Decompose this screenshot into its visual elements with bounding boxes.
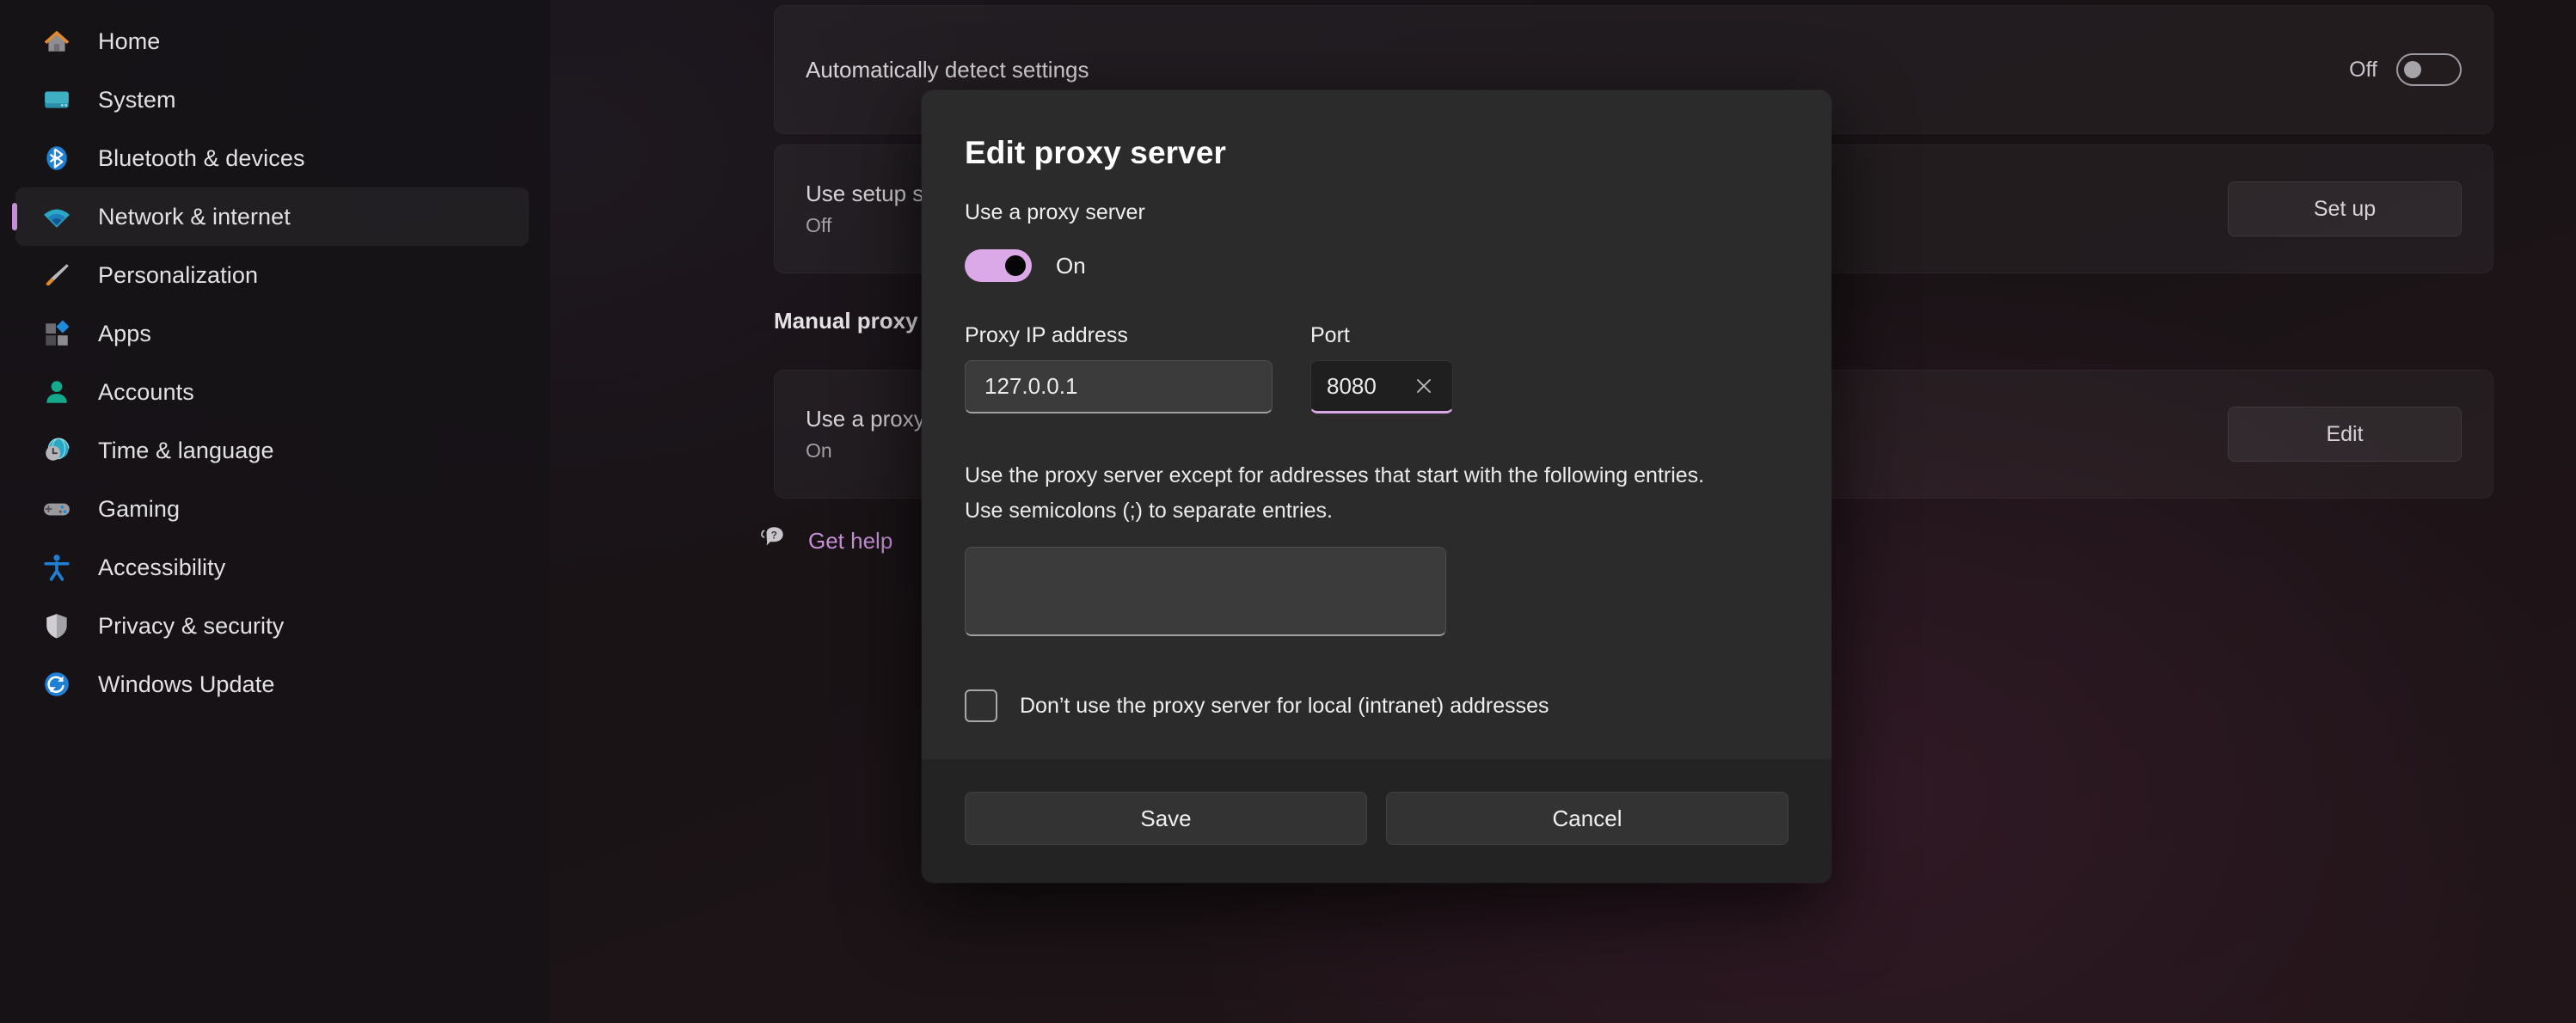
sidebar-item-home[interactable]: Home [15, 12, 529, 70]
setup-script-title: Use setup s [806, 181, 924, 206]
sidebar-item-label: Home [98, 28, 161, 54]
clock-globe-icon [40, 433, 74, 468]
sidebar-item-accounts[interactable]: Accounts [15, 363, 529, 421]
toggle-knob [1005, 255, 1026, 276]
sidebar-item-label: Privacy & security [98, 612, 285, 639]
gamepad-icon [40, 492, 74, 526]
cancel-button[interactable]: Cancel [1386, 792, 1788, 845]
save-button[interactable]: Save [965, 792, 1367, 845]
sidebar-item-network-internet[interactable]: Network & internet [15, 187, 529, 246]
sidebar-item-bluetooth-devices[interactable]: Bluetooth & devices [15, 129, 529, 187]
port-value: 8080 [1327, 372, 1377, 399]
exceptions-hint-line1: Use the proxy server except for addresse… [965, 463, 1705, 487]
sidebar-item-label: System [98, 86, 176, 113]
system-icon [40, 83, 74, 117]
sidebar-item-label: Accounts [98, 378, 194, 405]
port-input[interactable]: 8080 [1310, 360, 1453, 413]
sidebar-item-label: Personalization [98, 261, 259, 288]
get-help-link[interactable]: ? Get help [758, 524, 892, 558]
manual-proxy-section-heading: Manual proxy [774, 308, 918, 334]
dialog-body: Edit proxy server Use a proxy server On … [922, 90, 1831, 758]
proxy-ip-input[interactable]: 127.0.0.1 [965, 360, 1273, 413]
setup-script-status: Off [806, 214, 832, 236]
bluetooth-icon [40, 141, 74, 175]
sidebar-item-label: Gaming [98, 495, 181, 522]
sidebar-item-time-language[interactable]: Time & language [15, 421, 529, 480]
sidebar-item-personalization[interactable]: Personalization [15, 246, 529, 304]
sidebar-item-label: Windows Update [98, 671, 275, 697]
sidebar-item-system[interactable]: System [15, 70, 529, 129]
use-proxy-toggle[interactable] [965, 249, 1032, 282]
sidebar-item-label: Bluetooth & devices [98, 144, 305, 171]
proxy-address-fields: Proxy IP address 127.0.0.1 Port 8080 [965, 323, 1788, 413]
set-up-button[interactable]: Set up [2228, 181, 2462, 236]
auto-detect-title: Automatically detect settings [806, 56, 1089, 83]
auto-detect-toggle-group[interactable]: Off [2349, 53, 2462, 86]
auto-detect-toggle[interactable] [2396, 53, 2462, 86]
use-proxy-server-label: Use a proxy server [965, 200, 1145, 224]
settings-window: Home System Bluetooth & devices Network … [0, 0, 2576, 1023]
sidebar-item-windows-update[interactable]: Windows Update [15, 655, 529, 714]
toggle-knob [2404, 61, 2421, 78]
bypass-local-checkbox[interactable] [965, 689, 997, 722]
exceptions-textarea[interactable] [965, 547, 1446, 636]
sidebar-item-label: Time & language [98, 437, 274, 463]
close-x-icon[interactable] [1408, 370, 1440, 402]
edit-button[interactable]: Edit [2228, 407, 2462, 462]
accounts-person-icon [40, 375, 74, 409]
use-proxy-toggle-group[interactable]: On [965, 249, 1788, 282]
paintbrush-icon [40, 258, 74, 292]
proxy-ip-label: Proxy IP address [965, 323, 1128, 347]
sidebar-item-label: Apps [98, 320, 151, 346]
sidebar-item-accessibility[interactable]: Accessibility [15, 538, 529, 597]
bypass-local-label: Don’t use the proxy server for local (in… [1020, 693, 1549, 718]
settings-sidebar: Home System Bluetooth & devices Network … [0, 0, 550, 1023]
manual-proxy-title: Use a proxy [806, 406, 925, 432]
proxy-ip-value: 127.0.0.1 [984, 373, 1078, 399]
shield-icon [40, 609, 74, 643]
port-label: Port [1310, 323, 1350, 347]
network-wifi-icon [40, 199, 74, 234]
exceptions-hint: Use the proxy server except for addresse… [965, 458, 1788, 528]
sidebar-item-apps[interactable]: Apps [15, 304, 529, 363]
dialog-footer: Save Cancel [922, 758, 1831, 883]
proxy-ip-field-group: Proxy IP address 127.0.0.1 [965, 323, 1273, 413]
use-proxy-toggle-state: On [1056, 252, 1086, 279]
exceptions-hint-line2: Use semicolons (;) to separate entries. [965, 498, 1333, 523]
auto-detect-toggle-label: Off [2349, 57, 2377, 82]
sidebar-item-label: Network & internet [98, 203, 291, 230]
home-icon [40, 24, 74, 58]
sidebar-item-label: Accessibility [98, 554, 226, 580]
manual-proxy-status: On [806, 439, 832, 462]
svg-text:?: ? [771, 530, 777, 541]
edit-proxy-server-dialog: Edit proxy server Use a proxy server On … [922, 90, 1831, 883]
sidebar-item-gaming[interactable]: Gaming [15, 480, 529, 538]
update-refresh-icon [40, 667, 74, 701]
bypass-local-row[interactable]: Don’t use the proxy server for local (in… [965, 689, 1788, 722]
apps-icon [40, 316, 74, 351]
sidebar-item-privacy-security[interactable]: Privacy & security [15, 597, 529, 655]
accessibility-icon [40, 550, 74, 585]
dialog-title: Edit proxy server [965, 135, 1227, 170]
port-field-group: Port 8080 [1310, 323, 1453, 413]
help-question-icon: ? [758, 524, 788, 558]
get-help-label: Get help [808, 528, 893, 554]
